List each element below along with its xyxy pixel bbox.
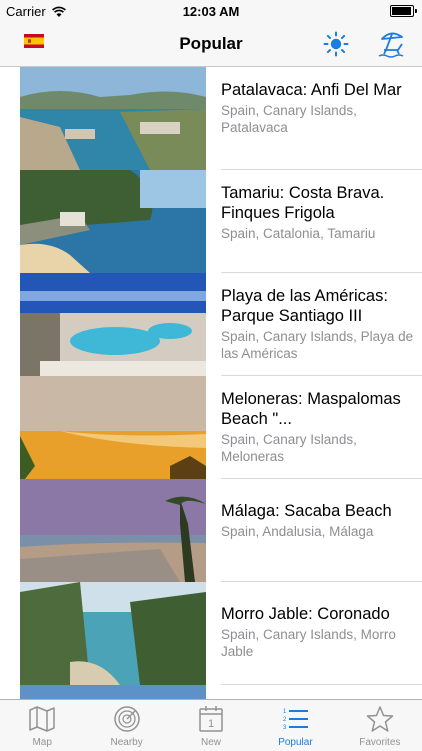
sun-icon[interactable] xyxy=(322,30,350,58)
svg-text:2: 2 xyxy=(283,717,287,723)
tab-bar: Map Nearby 1 New 1 2 3 Popular Favorites xyxy=(0,699,422,751)
webcam-thumbnail xyxy=(20,170,206,273)
page-title: Popular xyxy=(179,34,243,53)
webcam-title: Málaga: Sacaba Beach xyxy=(221,502,392,520)
list-item[interactable]: Tamariu: Costa Brava. Finques Frigola Sp… xyxy=(0,170,422,273)
webcam-thumbnail xyxy=(20,67,206,170)
tab-label: Nearby xyxy=(110,737,143,748)
webcam-location: Spain, Andalusia, Málaga xyxy=(221,524,374,539)
tab-popular[interactable]: 1 2 3 Popular xyxy=(253,700,337,751)
tab-new[interactable]: 1 New xyxy=(169,700,253,751)
webcam-thumbnail xyxy=(20,376,206,479)
webcam-thumbnail xyxy=(20,479,206,582)
webcam-title: Morro Jable: Coronado xyxy=(221,605,390,623)
webcam-location: Spain, Catalonia, Tamariu xyxy=(221,226,376,241)
webcam-title: Playa de las Américas: Parque Santiago I… xyxy=(221,287,388,325)
list-item[interactable]: Málaga: Sacaba Beach Spain, Andalusia, M… xyxy=(0,479,422,582)
tab-label: Popular xyxy=(278,737,313,748)
tab-map[interactable]: Map xyxy=(0,700,84,751)
webcam-location: Spain, Canary Islands, Meloneras xyxy=(221,432,357,464)
webcam-location: Spain, Canary Islands, Patalavaca xyxy=(221,103,357,135)
webcam-list[interactable]: Patalavaca: Anfi Del Mar Spain, Canary I… xyxy=(0,67,422,699)
calendar-icon: 1 xyxy=(199,706,223,732)
list-item[interactable]: Playa de las Américas: Parque Santiago I… xyxy=(0,273,422,376)
tab-label: Favorites xyxy=(359,737,401,748)
webcam-title: Patalavaca: Anfi Del Mar xyxy=(221,81,402,99)
tab-label: Map xyxy=(32,737,52,748)
calendar-day: 1 xyxy=(208,718,214,730)
webcam-thumbnail xyxy=(20,582,206,685)
list-item[interactable] xyxy=(0,685,422,699)
radar-icon xyxy=(113,706,140,732)
tab-label: New xyxy=(201,737,222,748)
list-item[interactable]: Morro Jable: Coronado Spain, Canary Isla… xyxy=(0,582,422,685)
map-icon xyxy=(29,706,55,732)
star-icon xyxy=(366,706,394,732)
battery-icon xyxy=(390,5,417,17)
tab-favorites[interactable]: Favorites xyxy=(338,700,422,751)
webcam-thumbnail xyxy=(20,273,206,376)
list-item[interactable]: Meloneras: Maspalomas Beach "... Spain, … xyxy=(0,376,422,479)
webcam-thumbnail xyxy=(20,685,206,699)
webcam-location: Spain, Canary Islands, Morro Jable xyxy=(221,627,396,659)
svg-text:3: 3 xyxy=(283,725,287,731)
tab-nearby[interactable]: Nearby xyxy=(84,700,168,751)
status-bar: Carrier 12:03 AM xyxy=(0,0,422,22)
navigation-bar: Popular xyxy=(0,22,422,67)
svg-text:1: 1 xyxy=(283,709,287,715)
status-time: 12:03 AM xyxy=(182,4,240,19)
webcam-title: Meloneras: Maspalomas Beach "... xyxy=(221,390,401,428)
webcam-title: Tamariu: Costa Brava. Finques Frigola xyxy=(221,184,385,222)
list-item[interactable]: Patalavaca: Anfi Del Mar Spain, Canary I… xyxy=(0,67,422,170)
webcam-location: Spain, Canary Islands, Playa de las Amér… xyxy=(221,329,414,361)
list-icon: 1 2 3 xyxy=(283,709,309,731)
beach-chair-icon[interactable] xyxy=(376,28,406,58)
